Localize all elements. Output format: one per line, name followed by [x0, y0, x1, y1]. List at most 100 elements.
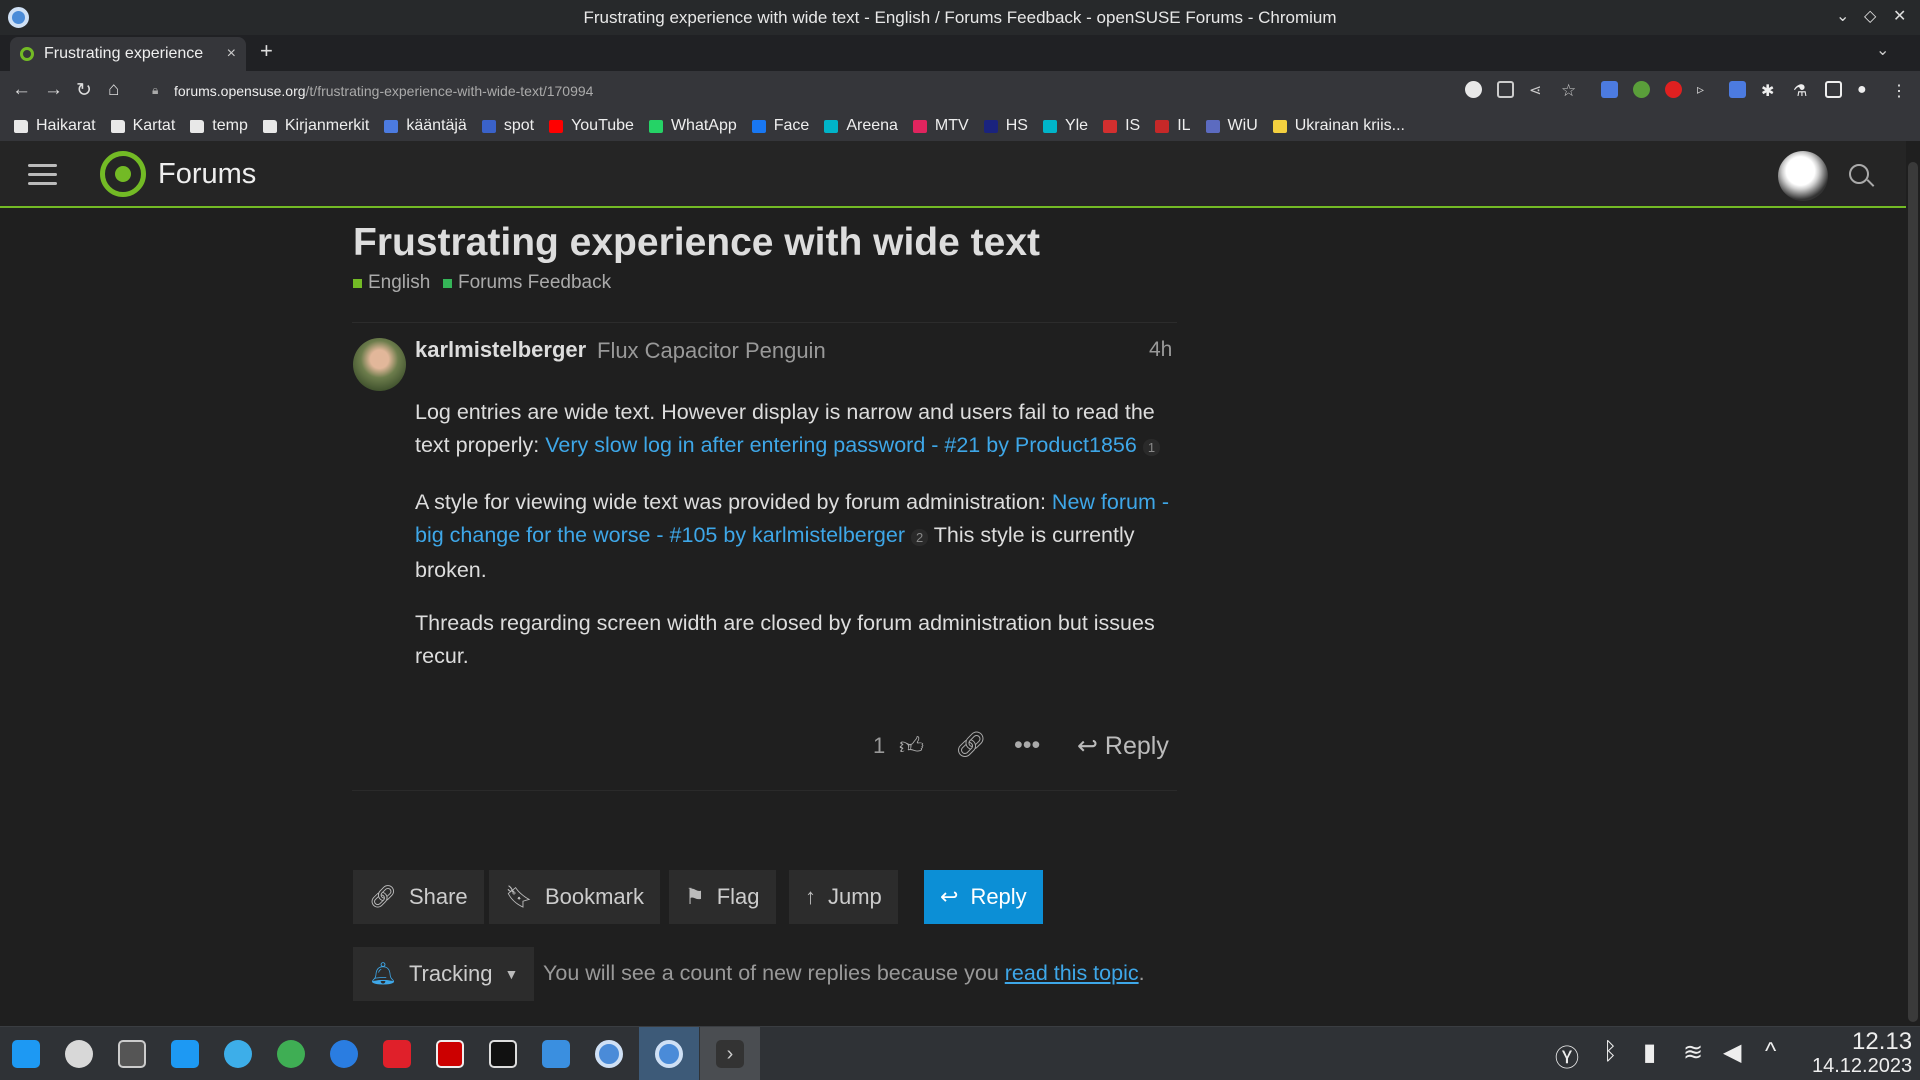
- app-red-folder-icon[interactable]: [383, 1040, 411, 1068]
- bookmark-item[interactable]: Face: [751, 117, 809, 135]
- share-icon[interactable]: ⋖: [1529, 81, 1546, 99]
- read-this-topic-link[interactable]: read this topic: [1005, 961, 1139, 985]
- site-favicon-icon: [912, 119, 927, 133]
- reply-arrow-icon: ↩: [940, 884, 959, 909]
- extension-translate2-icon[interactable]: [1729, 81, 1746, 98]
- translate-extension-icon[interactable]: [1601, 81, 1618, 98]
- folder-icon: [14, 119, 28, 133]
- topic-reply-button[interactable]: ↩ Reply: [924, 870, 1043, 924]
- post-author-avatar[interactable]: [353, 338, 406, 391]
- bookmark-item[interactable]: IS: [1103, 117, 1140, 135]
- chromium-taskbar-icon[interactable]: [595, 1040, 623, 1068]
- url-host: forums.opensuse.org: [174, 83, 306, 99]
- wifi-icon[interactable]: ≋: [1683, 1038, 1703, 1067]
- bookmark-item[interactable]: Kartat: [110, 117, 176, 135]
- tab-search-chevron-icon[interactable]: ⌄: [1876, 40, 1889, 60]
- share-button[interactable]: 🔗︎ Share: [353, 870, 484, 924]
- category-forums-feedback[interactable]: Forums Feedback: [443, 272, 611, 294]
- bookmark-label: IS: [1125, 117, 1141, 134]
- digital-clock[interactable]: 12.13 14.12.2023: [1812, 1030, 1912, 1078]
- opensuse-update-icon[interactable]: Ⓨ: [1555, 1038, 1579, 1073]
- app-wm-icon[interactable]: [65, 1040, 93, 1068]
- post-username[interactable]: karlmistelberger: [415, 337, 586, 363]
- back-icon[interactable]: ←: [12, 79, 31, 101]
- volume-icon[interactable]: ◀: [1723, 1038, 1741, 1067]
- like-thumbs-up-icon[interactable]: 👍︎: [899, 733, 924, 761]
- bookmark-item[interactable]: kääntäjä: [384, 117, 467, 135]
- category-english[interactable]: English: [353, 272, 430, 294]
- more-actions-icon[interactable]: •••: [1014, 731, 1040, 760]
- google-lens-icon[interactable]: [1465, 81, 1482, 98]
- extension-cursor-icon[interactable]: ▹: [1697, 81, 1714, 98]
- hamburger-menu-icon[interactable]: [28, 164, 57, 186]
- bookmark-item[interactable]: Areena: [824, 117, 898, 135]
- bookmark-item[interactable]: Ukrainan kriis...: [1272, 117, 1405, 135]
- post-reply-button[interactable]: ↩ Reply: [1077, 731, 1169, 761]
- konsole-running-icon[interactable]: ›: [716, 1040, 744, 1068]
- opensuse-logo-icon[interactable]: [100, 151, 146, 197]
- like-count[interactable]: 1: [873, 733, 885, 759]
- labs-flask-icon[interactable]: ⚗: [1793, 81, 1810, 100]
- linked-post-slow-login[interactable]: Very slow log in after entering password…: [545, 433, 1137, 457]
- side-panel-icon[interactable]: [1825, 81, 1842, 98]
- thunderbird-icon[interactable]: [330, 1040, 358, 1068]
- browser-menu-icon[interactable]: ⋮: [1891, 81, 1908, 100]
- app-green-icon[interactable]: [277, 1040, 305, 1068]
- tracking-dropdown[interactable]: 🔔︎ Tracking ▼: [353, 947, 535, 1001]
- flag-button[interactable]: ⚑ Flag: [669, 870, 776, 924]
- minimize-icon[interactable]: ⌄: [1836, 6, 1849, 26]
- bookmark-item[interactable]: HS: [983, 117, 1028, 135]
- bookmark-label: Kartat: [132, 117, 176, 134]
- bookmark-item[interactable]: IL: [1155, 117, 1191, 135]
- lock-icon[interactable]: 🔒︎: [152, 83, 158, 98]
- device-storage-icon[interactable]: ▮: [1643, 1038, 1656, 1067]
- maximize-icon[interactable]: ◇: [1864, 6, 1876, 26]
- forum-name[interactable]: Forums: [158, 158, 256, 191]
- discover-icon[interactable]: [224, 1040, 252, 1068]
- address-bar[interactable]: forums.opensuse.org/t/frustrating-experi…: [174, 83, 593, 99]
- chromium-running-icon[interactable]: [655, 1040, 683, 1068]
- scrollbar-thumb[interactable]: [1908, 162, 1918, 1022]
- terminal-icon[interactable]: [489, 1040, 517, 1068]
- bookmark-item[interactable]: WiU: [1205, 117, 1258, 135]
- home-icon[interactable]: ⌂: [108, 79, 119, 101]
- current-user-avatar[interactable]: [1778, 151, 1828, 201]
- close-window-icon[interactable]: ✕: [1893, 6, 1906, 26]
- bookmark-item[interactable]: WhatApp: [648, 117, 737, 135]
- bookmark-item[interactable]: Kirjanmerkit: [262, 117, 369, 135]
- tab-close-icon[interactable]: ×: [227, 45, 236, 63]
- kde-launcher-icon[interactable]: [12, 1040, 40, 1068]
- reload-icon[interactable]: ↻: [76, 79, 92, 102]
- folder-icon: [262, 119, 277, 133]
- bookmark-star-icon[interactable]: ☆: [1561, 81, 1578, 100]
- forward-icon[interactable]: →: [44, 79, 63, 101]
- profile-icon[interactable]: ●: [1857, 81, 1874, 98]
- extension-red-icon[interactable]: [1665, 81, 1682, 98]
- new-tab-button[interactable]: +: [260, 38, 273, 64]
- browser-tab[interactable]: Frustrating experience ×: [10, 37, 246, 71]
- bookmark-item[interactable]: MTV: [912, 117, 969, 135]
- post-time[interactable]: 4h: [1149, 338, 1172, 362]
- documents-icon[interactable]: [171, 1040, 199, 1068]
- bookmark-item[interactable]: Yle: [1042, 117, 1088, 135]
- topic-title: Frustrating experience with wide text: [353, 221, 1040, 264]
- copy-link-icon[interactable]: 🔗︎: [955, 731, 987, 760]
- bookmark-item[interactable]: YouTube: [549, 117, 634, 135]
- jump-button[interactable]: ↑ Jump: [789, 870, 898, 924]
- install-app-icon[interactable]: [1497, 81, 1514, 98]
- bookmark-item[interactable]: temp: [190, 117, 248, 135]
- extension-green-icon[interactable]: [1633, 81, 1650, 98]
- bookmark-item[interactable]: Haikarat: [14, 117, 96, 135]
- bookmark-item[interactable]: spot: [481, 117, 534, 135]
- extensions-puzzle-icon[interactable]: ✱: [1761, 81, 1778, 100]
- tray-expand-icon[interactable]: ^: [1765, 1038, 1776, 1066]
- bluetooth-icon[interactable]: ᛒ: [1603, 1038, 1617, 1066]
- bookmark-button[interactable]: 🔖︎ Bookmark: [489, 870, 660, 924]
- link-icon: 🔗︎: [369, 884, 397, 909]
- file-manager-icon[interactable]: [542, 1040, 570, 1068]
- share-label: Share: [408, 884, 468, 909]
- system-settings-icon[interactable]: [118, 1040, 146, 1068]
- terminal-red-icon[interactable]: [436, 1040, 464, 1068]
- search-icon[interactable]: [1849, 164, 1869, 184]
- category-color-swatch: [353, 278, 362, 288]
